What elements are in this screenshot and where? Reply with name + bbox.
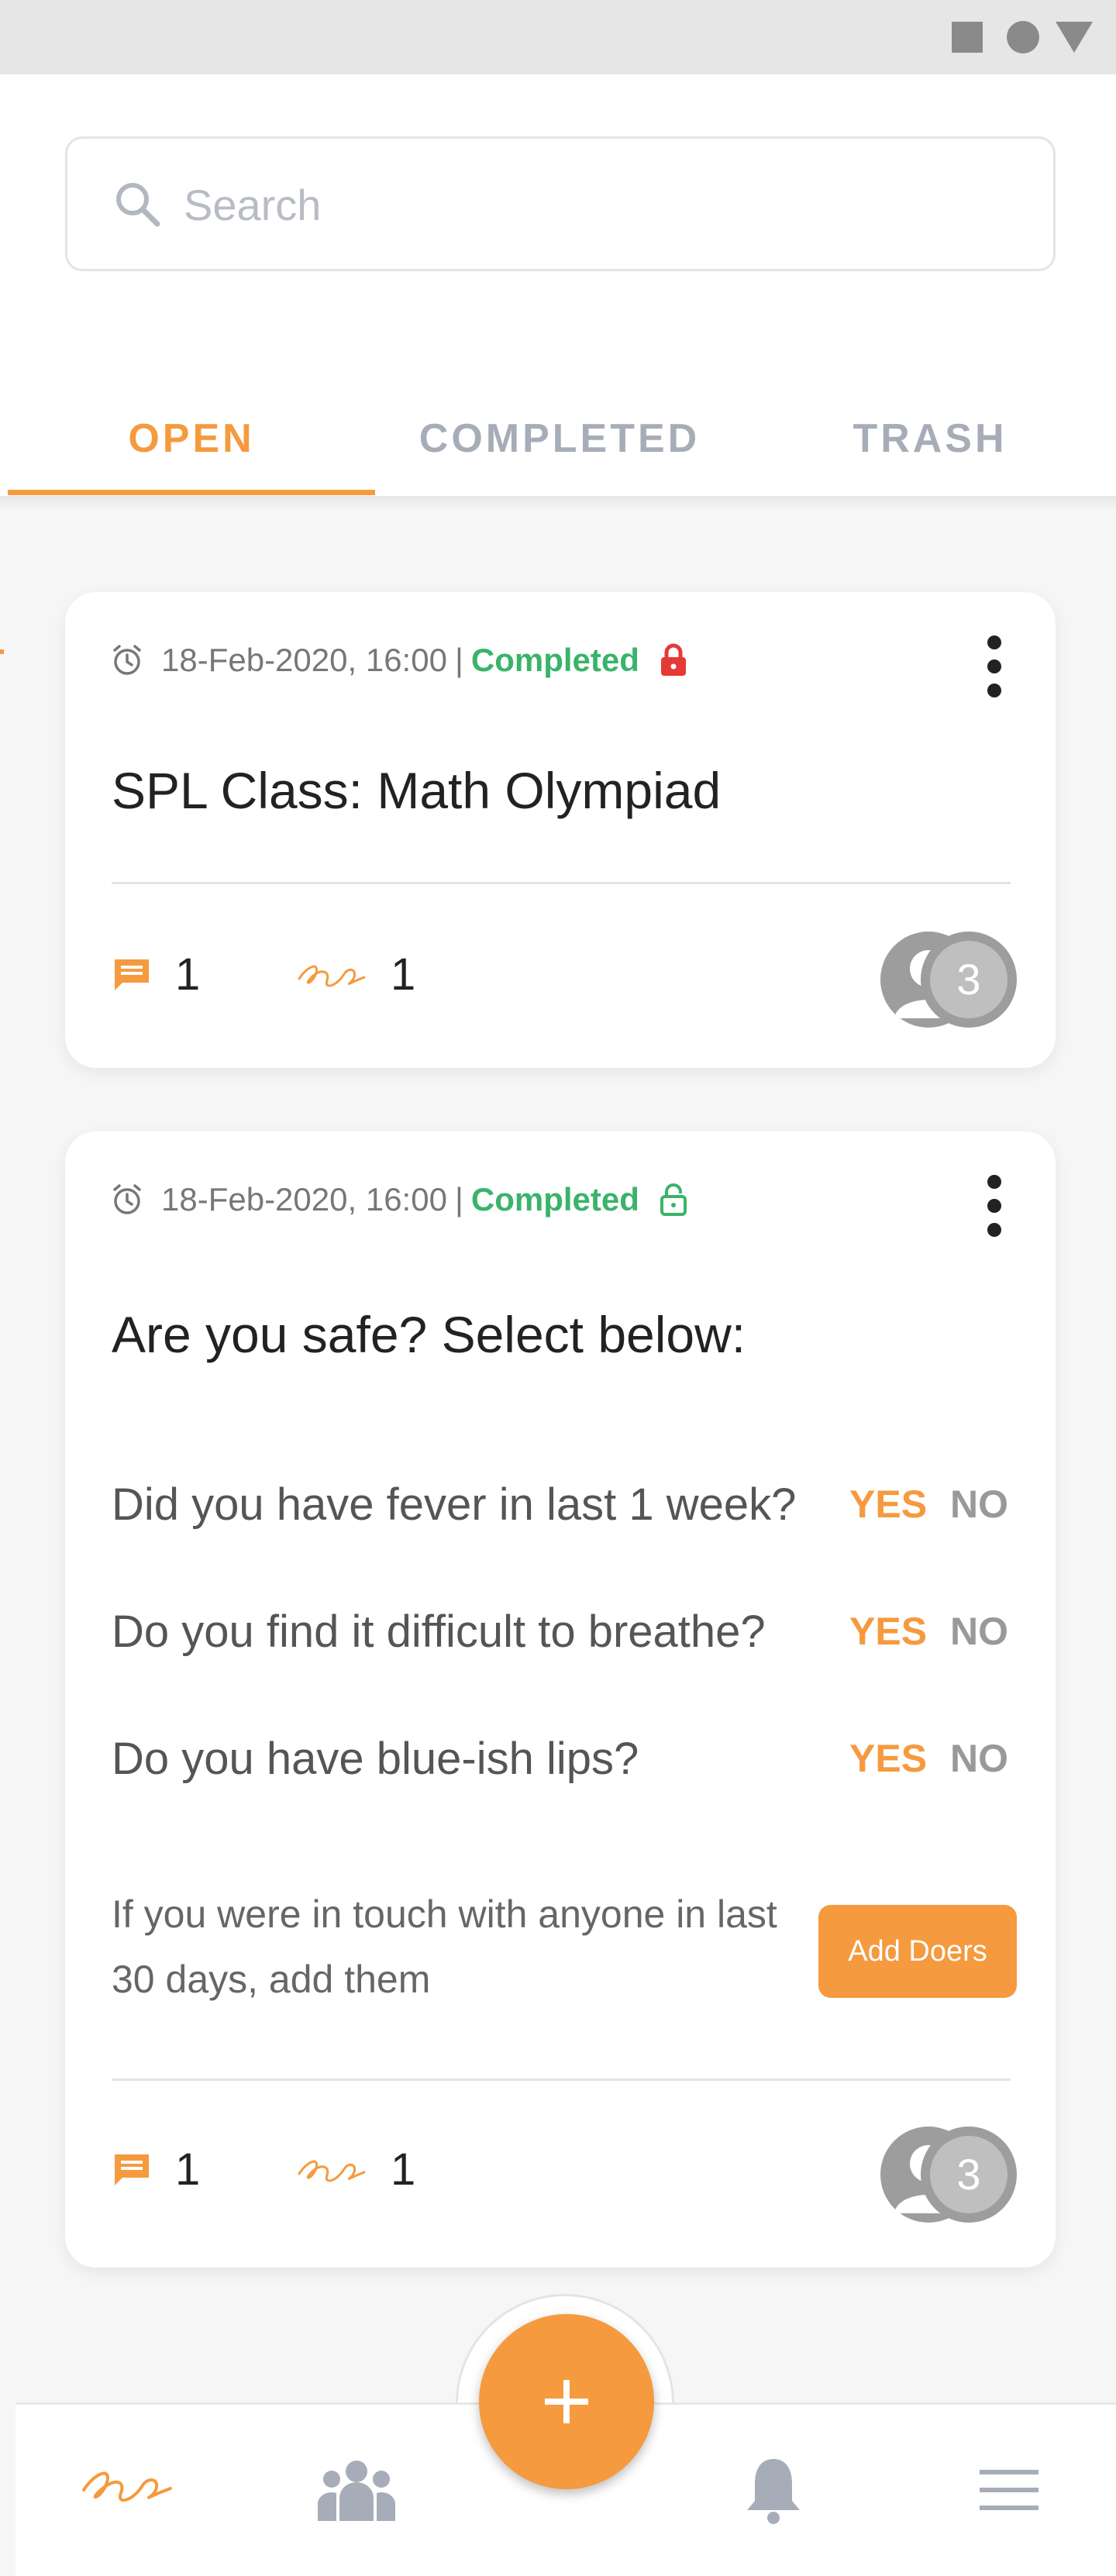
back-icon [1056, 22, 1093, 53]
nav-home[interactable] [81, 2461, 174, 2516]
card-datetime: 18-Feb-2020, 16:00 [161, 1181, 447, 1217]
left-accent [0, 649, 4, 654]
question-text: Do you have blue-ish lips? [112, 1734, 639, 1784]
card-divider [112, 882, 1011, 884]
card-meta: 18-Feb-2020, 16:00 | Completed [110, 1176, 687, 1223]
doers-value: 1 [391, 949, 416, 1000]
card-title: SPL Class: Math Olympiad [112, 762, 722, 819]
meta-separator: | [454, 642, 463, 678]
add-doers-button[interactable]: Add Doers [818, 1905, 1017, 1998]
task-card[interactable]: 18-Feb-2020, 16:00 | Completed SPL Class… [65, 592, 1056, 1068]
nav-groups[interactable] [316, 2459, 397, 2525]
answer-yes-button[interactable]: YES [849, 1482, 927, 1527]
comment-icon [115, 2154, 149, 2185]
home-icon [1007, 21, 1039, 53]
alarm-clock-icon [113, 1184, 141, 1214]
lock-open-icon [660, 1183, 687, 1216]
tab-trash[interactable]: TRASH [744, 384, 1116, 493]
answer-no-button[interactable]: NO [950, 1609, 1008, 1654]
card-meta: 18-Feb-2020, 16:00 | Completed [110, 637, 687, 684]
answer-no-button[interactable]: NO [950, 1482, 1008, 1527]
logo-icon [82, 2471, 172, 2502]
alarm-clock-icon [113, 645, 141, 675]
comment-icon [115, 959, 149, 990]
search-input[interactable] [184, 170, 1021, 239]
avatar-count-badge: 3 [921, 2127, 1017, 2223]
more-options-icon[interactable] [983, 635, 1006, 697]
status-label: Completed [470, 1181, 639, 1217]
add-icon [545, 2380, 588, 2423]
comments-count[interactable]: 1 [112, 2144, 200, 2195]
doers-value: 1 [391, 2144, 416, 2195]
assignee-avatars[interactable]: 3 [880, 932, 1017, 1028]
menu-icon [980, 2470, 1038, 2510]
comments-count[interactable]: 1 [112, 949, 200, 1000]
avatar-count-badge: 3 [921, 932, 1017, 1028]
question-text: Do you find it difficult to breathe? [112, 1607, 766, 1657]
header: OPEN COMPLETED TRASH [0, 74, 1116, 496]
header-shadow [0, 496, 1116, 510]
doer-signature-icon [298, 965, 366, 987]
assignee-avatars[interactable]: 3 [880, 2127, 1017, 2223]
add-contacts-note: If you were in touch with anyone in last… [112, 1892, 777, 2001]
comments-value: 1 [175, 2144, 201, 2195]
tab-open[interactable]: OPEN [8, 384, 375, 493]
answer-no-button[interactable]: NO [950, 1736, 1008, 1781]
add-task-button[interactable] [479, 2314, 654, 2489]
answer-yes-button[interactable]: YES [849, 1609, 927, 1654]
recent-apps-icon [952, 22, 983, 53]
search-box[interactable] [65, 136, 1056, 271]
status-bar [0, 0, 1116, 74]
doer-signature-icon [298, 2160, 366, 2182]
active-tab-indicator [8, 490, 375, 495]
nav-menu[interactable] [980, 2468, 1038, 2516]
comments-value: 1 [175, 949, 201, 1000]
lock-closed-icon [660, 643, 686, 676]
status-label: Completed [470, 642, 639, 678]
meta-separator: | [454, 1181, 463, 1217]
search-icon [116, 183, 160, 227]
answer-yes-button[interactable]: YES [849, 1736, 927, 1781]
doers-count[interactable]: 1 [296, 949, 415, 1000]
card-datetime: 18-Feb-2020, 16:00 [161, 642, 447, 678]
card-title: Are you safe? Select below: [112, 1306, 746, 1363]
question-text: Did you have fever in last 1 week? [112, 1479, 797, 1530]
nav-notifications[interactable] [744, 2456, 803, 2528]
doers-count[interactable]: 1 [296, 2144, 415, 2195]
task-card[interactable]: 18-Feb-2020, 16:00 | Completed Are you s… [65, 1131, 1056, 2268]
more-options-icon[interactable] [983, 1175, 1006, 1237]
bell-icon [747, 2459, 800, 2524]
card-divider [112, 2078, 1011, 2081]
tab-completed[interactable]: COMPLETED [375, 384, 744, 493]
group-icon [318, 2461, 395, 2521]
